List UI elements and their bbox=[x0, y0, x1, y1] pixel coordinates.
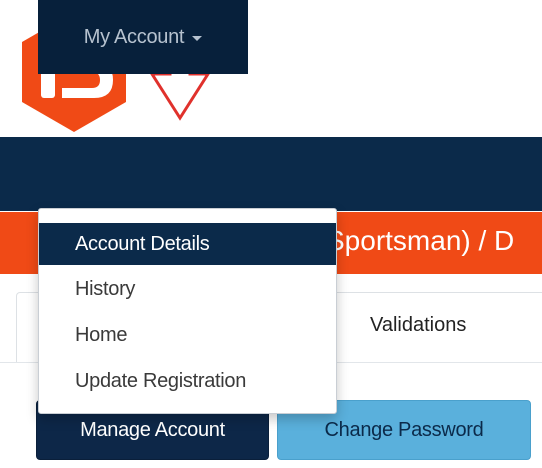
my-account-dropdown: Account Details History Home Update Regi… bbox=[38, 208, 337, 414]
menu-item-home[interactable]: Home bbox=[39, 314, 336, 356]
caret-down-icon bbox=[192, 35, 203, 41]
breadcrumb: Sportsman) / D bbox=[326, 225, 515, 256]
main-navbar bbox=[0, 137, 542, 211]
nav-item-partial[interactable]: Lo bbox=[521, 0, 542, 74]
menu-item-update-registration[interactable]: Update Registration bbox=[39, 360, 336, 402]
nav-my-account-label: My Account bbox=[83, 25, 185, 48]
tab-validations[interactable]: Validations bbox=[370, 314, 466, 337]
nav-my-account[interactable]: My Account bbox=[38, 0, 248, 74]
menu-item-account-details[interactable]: Account Details bbox=[39, 223, 336, 265]
menu-item-history[interactable]: History bbox=[39, 268, 336, 310]
nav-available-permits[interactable]: Available Permits bbox=[274, 0, 423, 74]
page: My Account Available Permits Lo Sportsma… bbox=[0, 0, 542, 468]
